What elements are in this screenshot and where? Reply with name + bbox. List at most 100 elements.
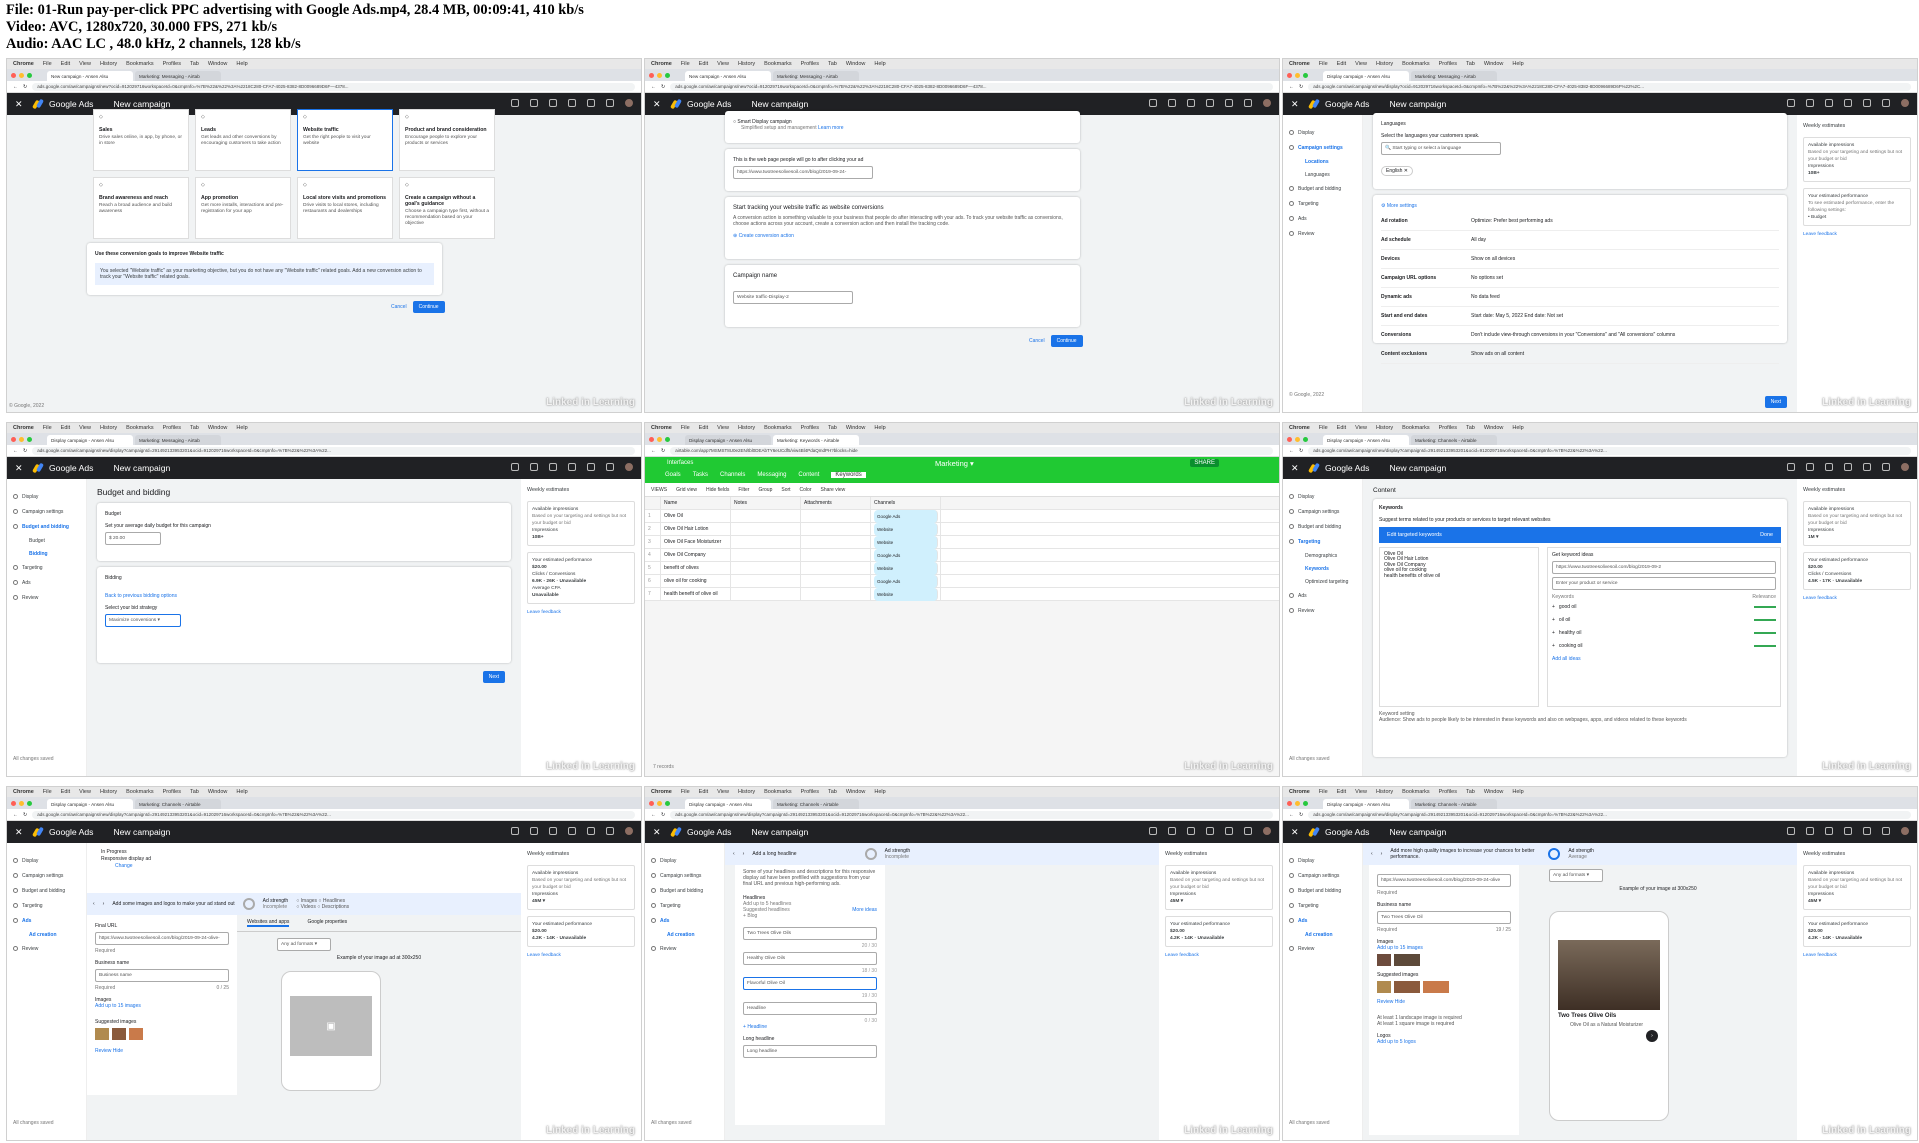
- sidebar-item-budget[interactable]: Budget and bidding: [13, 519, 86, 534]
- create-conversion-link[interactable]: ⊕ Create conversion action: [733, 233, 1072, 239]
- bell-icon[interactable]: [606, 463, 614, 471]
- objective-card[interactable]: ◇ Website traffic Get the right people to …: [297, 109, 393, 171]
- tab-airtable[interactable]: Marketing: Messaging - Airtab: [1411, 71, 1497, 81]
- menubar-item[interactable]: Edit: [61, 789, 70, 795]
- sidebar-item-display[interactable]: Display: [13, 853, 86, 868]
- reports-icon[interactable]: [530, 463, 538, 471]
- menubar-item[interactable]: Bookmarks: [126, 61, 154, 67]
- back-icon[interactable]: ←: [651, 84, 656, 90]
- sidebar-item-budget[interactable]: Budget and bidding: [1289, 883, 1362, 898]
- reload-icon[interactable]: ↻: [1299, 812, 1303, 818]
- menubar-item[interactable]: Help: [236, 425, 247, 431]
- menubar-item[interactable]: Tab: [190, 61, 199, 67]
- menubar-item[interactable]: File: [43, 61, 52, 67]
- menubar-item[interactable]: Chrome: [651, 789, 672, 795]
- cancel-button[interactable]: Cancel: [1029, 338, 1045, 344]
- sidebar-item-languages[interactable]: Languages: [1289, 168, 1362, 181]
- next-button[interactable]: Next: [482, 671, 505, 683]
- refresh-icon[interactable]: [1844, 463, 1852, 471]
- cell-notes[interactable]: [731, 548, 801, 562]
- url-field[interactable]: airtable.com/app7MSMST8U0e2EN/tbl0DEAbTY…: [670, 446, 1273, 455]
- avatar[interactable]: [1901, 827, 1909, 835]
- keyword-idea[interactable]: + oil oil: [1552, 613, 1776, 626]
- table-tab[interactable]: Content: [798, 472, 819, 478]
- reports-icon[interactable]: [1806, 827, 1814, 835]
- menubar-item[interactable]: View: [79, 789, 91, 795]
- objective-card[interactable]: ◇ Brand awareness and reach Reach a broad …: [93, 177, 189, 239]
- format-select[interactable]: Any ad formats ▾: [277, 938, 331, 951]
- cell-notes[interactable]: [731, 561, 801, 575]
- back-icon[interactable]: ←: [1289, 448, 1294, 454]
- close-icon[interactable]: ✕: [653, 827, 665, 838]
- url-field[interactable]: ads.google.com/aw/campaigns/new/display?…: [32, 810, 635, 819]
- objective-card[interactable]: ◇ Local store visits and promotions Drive …: [297, 177, 393, 239]
- menubar-item[interactable]: Tab: [190, 425, 199, 431]
- business-name-input[interactable]: Two Trees Olive Oil: [1377, 911, 1511, 924]
- keyword-idea[interactable]: + cooking oil: [1552, 639, 1776, 652]
- sidebar-item-review[interactable]: Review: [13, 941, 86, 956]
- refresh-icon[interactable]: [568, 463, 576, 471]
- cell-notes[interactable]: [731, 587, 801, 601]
- toolbar-item[interactable]: Hide fields: [706, 487, 729, 493]
- menubar-item[interactable]: History: [100, 61, 117, 67]
- url-field[interactable]: ads.google.com/aw/campaigns/new/display?…: [32, 446, 635, 455]
- search-icon[interactable]: [511, 827, 519, 835]
- menubar-item[interactable]: Chrome: [651, 61, 672, 67]
- table-row[interactable]: 7health benefit of olive oil WebsiteGoogl…: [645, 587, 1279, 601]
- help-icon[interactable]: [587, 463, 595, 471]
- sidebar-item-ad-creation[interactable]: Ad creation: [1289, 928, 1362, 941]
- bid-strategy-select[interactable]: Maximize conversions ▾: [105, 614, 181, 627]
- menubar-item[interactable]: Window: [208, 61, 228, 67]
- blog-suggestion[interactable]: + Blog: [743, 913, 877, 919]
- settings-row[interactable]: Ad rotation Optimize: Prefer best perform…: [1381, 212, 1779, 231]
- keyword-idea[interactable]: + good oil: [1552, 600, 1776, 613]
- avatar[interactable]: [1263, 99, 1271, 107]
- menubar-item[interactable]: File: [43, 789, 52, 795]
- cell-channels[interactable]: WebsiteGoogle Ads: [871, 587, 941, 601]
- cell-attachments[interactable]: [801, 561, 871, 575]
- help-icon[interactable]: [1863, 463, 1871, 471]
- tools-icon[interactable]: [1187, 99, 1195, 107]
- tools-icon[interactable]: [1825, 463, 1833, 471]
- close-icon[interactable]: ✕: [15, 463, 27, 474]
- continue-button[interactable]: Continue: [412, 301, 445, 313]
- add-keyword-icon[interactable]: +: [1552, 643, 1555, 649]
- done-button[interactable]: Done: [1760, 532, 1773, 538]
- settings-row[interactable]: Ad schedule All day: [1381, 231, 1779, 250]
- headline-1[interactable]: Two Trees Olive Oils: [743, 927, 877, 940]
- column-header[interactable]: Name: [661, 496, 731, 510]
- cell-channels[interactable]: Google Ads: [871, 509, 941, 523]
- cell-channels[interactable]: Google Ads: [871, 548, 941, 562]
- cell-notes[interactable]: [731, 574, 801, 588]
- menubar-item[interactable]: Profiles: [801, 61, 819, 67]
- menubar-item[interactable]: File: [1319, 789, 1328, 795]
- close-icon[interactable]: ✕: [15, 99, 27, 110]
- table-row[interactable]: 4 Olive Oil Company Google Ads: [645, 548, 1279, 562]
- campaign-name-input[interactable]: Website traffic-Display-2: [733, 291, 853, 304]
- add-keyword-icon[interactable]: +: [1552, 630, 1555, 636]
- sidebar-item-budget-sub[interactable]: Budget: [13, 534, 86, 547]
- reports-icon[interactable]: [530, 99, 538, 107]
- menubar-item[interactable]: Profiles: [801, 425, 819, 431]
- cell-channels[interactable]: Google Ads: [871, 574, 941, 588]
- tools-icon[interactable]: [549, 99, 557, 107]
- search-icon[interactable]: [1149, 99, 1157, 107]
- url-field[interactable]: ads.google.com/aw/campaigns/new/display?…: [670, 810, 1273, 819]
- sidebar-item-budget[interactable]: Budget and bidding: [651, 883, 724, 898]
- leave-feedback-link[interactable]: Leave feedback: [1803, 596, 1911, 601]
- headline-3[interactable]: Flavorful Olive Oil: [743, 977, 877, 990]
- menubar-item[interactable]: Window: [846, 425, 866, 431]
- menubar-item[interactable]: Tab: [828, 61, 837, 67]
- objective-card[interactable]: ◇ Leads Get leads and other conversions by…: [195, 109, 291, 171]
- toolbar-item[interactable]: VIEWS: [651, 487, 667, 493]
- cell-notes[interactable]: [731, 535, 801, 549]
- refresh-icon[interactable]: [1206, 827, 1214, 835]
- menubar-item[interactable]: Profiles: [1439, 789, 1457, 795]
- reload-icon[interactable]: ↻: [1299, 84, 1303, 90]
- sidebar-item-targeting[interactable]: Targeting: [13, 560, 86, 575]
- headline-4[interactable]: Headline: [743, 1002, 877, 1015]
- audience-option[interactable]: Audience: Show ads to people likely to b…: [1379, 717, 1781, 723]
- sidebar-item-targeting[interactable]: Targeting: [651, 898, 724, 913]
- sidebar-item-campaign-settings[interactable]: Campaign settings: [13, 868, 86, 883]
- sidebar-item-targeting[interactable]: Targeting: [1289, 534, 1362, 549]
